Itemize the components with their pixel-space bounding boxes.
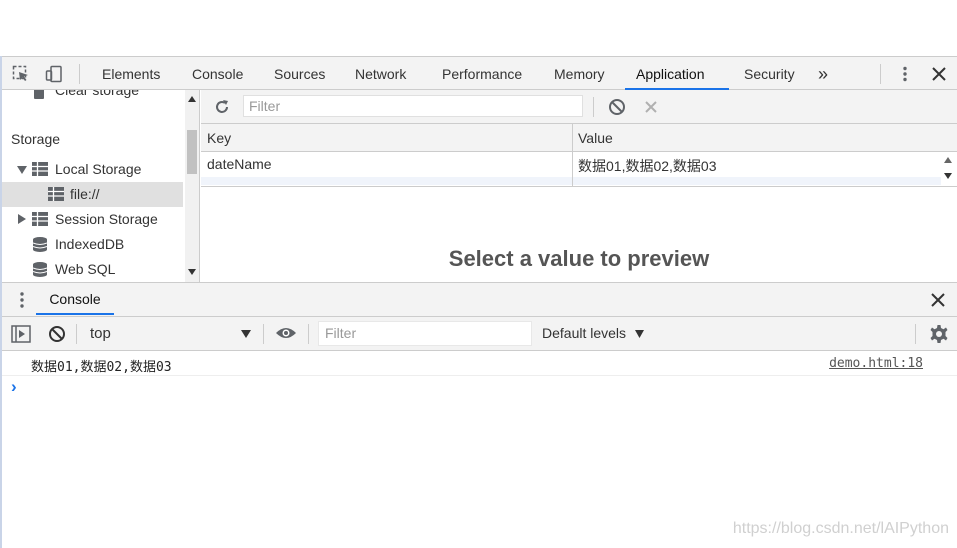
sidebar-item-indexeddb[interactable]: IndexedDB	[2, 232, 183, 257]
gear-icon[interactable]	[929, 324, 949, 344]
tab-console[interactable]: Console	[181, 57, 254, 90]
watermark: https://blog.csdn.net/lAIPython	[732, 520, 949, 537]
preview-placeholder: Select a value to preview	[448, 246, 710, 271]
eye-icon[interactable]	[275, 326, 297, 340]
scroll-down-arrow-icon[interactable]	[188, 269, 196, 275]
table-bottom-border	[201, 186, 957, 187]
tab-security[interactable]: Security	[733, 57, 806, 90]
sidebar-item-session-storage[interactable]: Session Storage	[2, 207, 183, 232]
dropdown-arrow-icon	[634, 330, 644, 338]
page-blank-area	[0, 0, 957, 56]
log-levels-dropdown[interactable]: Default levels	[542, 325, 644, 341]
console-message-text: 数据01,数据02,数据03	[31, 360, 172, 375]
toolbar-divider	[880, 64, 881, 84]
sidebar-item-file-origin[interactable]: file://	[2, 182, 183, 207]
toolbar-divider	[79, 64, 80, 84]
console-source-link[interactable]: demo.html:18	[829, 356, 923, 371]
column-header-value[interactable]: Value	[578, 130, 613, 146]
sidebar-item-web-sql[interactable]: Web SQL	[2, 257, 183, 282]
table-row[interactable]: dateName 数据01,数据02,数据03	[201, 152, 941, 177]
grid-icon	[48, 187, 64, 201]
column-divider	[572, 124, 573, 186]
tab-sources[interactable]: Sources	[263, 57, 336, 90]
show-sidebar-icon[interactable]	[11, 325, 31, 343]
clear-all-icon[interactable]	[608, 98, 626, 116]
drawer-menu-icon[interactable]	[14, 291, 30, 309]
column-header-key[interactable]: Key	[207, 130, 231, 146]
sidebar-section-storage: Storage	[11, 131, 61, 147]
console-prompt-icon[interactable]: ›	[11, 377, 17, 397]
more-tabs-chevron-icon[interactable]: »	[812, 57, 834, 90]
application-sidebar: Clear storage Storage Local Storage file…	[2, 90, 200, 282]
grid-icon	[32, 162, 48, 176]
devtools-toolbar: Elements Console Sources Network Perform…	[0, 56, 957, 90]
table-empty-row	[201, 177, 941, 185]
context-selector[interactable]: top	[80, 320, 258, 347]
console-filter-input[interactable]: Filter	[318, 321, 532, 346]
table-scroll-down-icon[interactable]	[944, 173, 952, 179]
tab-application[interactable]: Application	[625, 57, 729, 90]
dropdown-arrow-icon	[241, 330, 251, 338]
collapse-triangle-icon[interactable]	[17, 214, 27, 224]
tab-memory[interactable]: Memory	[543, 57, 616, 90]
storage-filter-input[interactable]: Filter	[243, 95, 583, 117]
drawer-header: Console	[0, 282, 957, 317]
storage-table-header: Key Value	[201, 124, 957, 152]
toolbar-divider	[76, 324, 77, 344]
delete-selected-icon[interactable]	[644, 100, 658, 114]
sidebar-scroll-thumb[interactable]	[187, 130, 197, 174]
sidebar-scrollbar[interactable]	[185, 90, 199, 282]
scroll-up-arrow-icon[interactable]	[188, 96, 196, 102]
toolbar-divider	[263, 324, 264, 344]
storage-toolbar: Filter	[201, 90, 957, 124]
drawer-tab-console[interactable]: Console	[36, 283, 114, 315]
inspect-element-icon[interactable]	[12, 65, 30, 83]
console-message: 数据01,数据02,数据03 demo.html:18	[2, 351, 957, 376]
cell-key[interactable]: dateName	[207, 156, 272, 172]
grid-icon	[32, 212, 48, 226]
tab-network[interactable]: Network	[344, 57, 417, 90]
toolbar-divider	[915, 324, 916, 344]
toolbar-divider	[593, 97, 594, 117]
table-scroll-up-icon[interactable]	[944, 157, 952, 163]
kebab-menu-icon[interactable]	[896, 65, 914, 83]
close-devtools-icon[interactable]	[930, 65, 948, 83]
tab-elements[interactable]: Elements	[91, 57, 171, 90]
sidebar-item-local-storage[interactable]: Local Storage	[2, 157, 183, 182]
clear-console-icon[interactable]	[48, 325, 66, 343]
cell-value[interactable]: 数据01,数据02,数据03	[578, 156, 717, 176]
window-edge	[0, 56, 2, 548]
tab-performance[interactable]: Performance	[431, 57, 533, 90]
trash-icon	[34, 90, 44, 99]
database-icon	[33, 237, 47, 252]
device-toolbar-icon[interactable]	[45, 65, 63, 83]
toolbar-divider	[308, 324, 309, 344]
refresh-icon[interactable]	[213, 98, 231, 116]
expand-triangle-icon[interactable]	[17, 165, 27, 175]
sidebar-item-clear-storage[interactable]: Clear storage	[32, 90, 199, 103]
database-icon	[33, 262, 47, 277]
close-drawer-icon[interactable]	[931, 293, 945, 307]
console-toolbar: top Filter Default levels	[0, 317, 957, 351]
